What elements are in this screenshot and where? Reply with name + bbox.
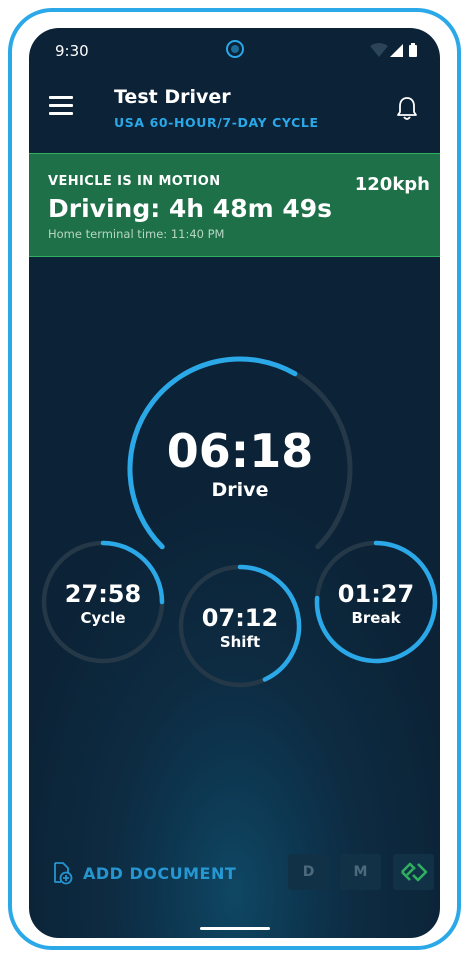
app-screen: 9:30 Test Driver USA 60-HOUR/7-DAY CYCLE… [29,28,440,938]
drive-gauge-label: Drive [211,479,269,501]
break-gauge-label: Break [351,609,401,627]
add-document-icon [54,862,73,885]
drive-gauge-value: 06:18 [166,424,314,478]
cycle-gauge-label: Cycle [80,609,126,627]
break-gauge-value: 01:27 [337,580,415,608]
shift-gauge-label: Shift [219,633,261,651]
add-document-button[interactable]: ADD DOCUMENT [51,858,236,888]
cycle-gauge[interactable]: 27:58 Cycle [53,580,153,627]
mode-button-d-label: D [302,864,315,880]
home-indicator[interactable] [200,927,270,930]
connection-link-icon [400,862,427,882]
mode-button-d[interactable]: D [288,854,329,890]
shift-gauge-value: 07:12 [201,604,279,632]
drive-gauge[interactable]: 06:18 Drive [160,425,320,501]
mode-button-m-label: M [353,864,368,880]
add-document-label: ADD DOCUMENT [83,863,237,883]
bottom-bar: ADD DOCUMENT D M [29,848,440,898]
shift-gauge[interactable]: 07:12 Shift [190,604,290,651]
break-gauge[interactable]: 01:27 Break [326,580,426,627]
mode-button-m[interactable]: M [340,854,381,890]
connection-button[interactable] [393,854,434,890]
cycle-gauge-value: 27:58 [64,580,142,608]
